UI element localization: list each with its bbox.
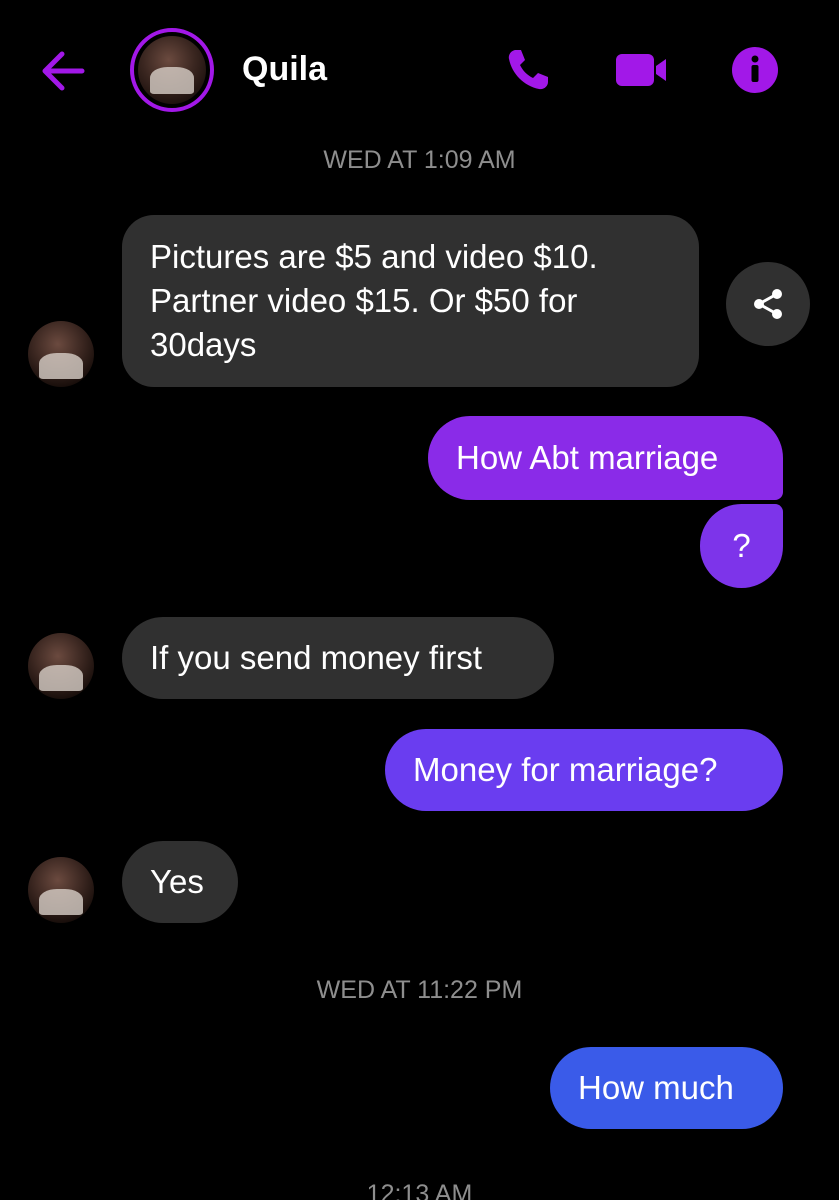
message-bubble-incoming[interactable]: Pictures are $5 and video $10. Partner v… (122, 215, 699, 387)
sender-avatar[interactable] (28, 321, 94, 387)
back-arrow-icon (42, 51, 85, 91)
voice-call-button[interactable] (502, 44, 558, 96)
timestamp: 12:13 AM (366, 1180, 473, 1200)
chat-screen: Quila WED AT 1:09 AM Pictures are $5 and… (0, 0, 839, 1200)
video-call-button[interactable] (612, 44, 668, 96)
contact-name[interactable]: Quila (242, 50, 327, 89)
info-icon (732, 47, 778, 93)
message-bubble-incoming[interactable]: Yes (122, 841, 238, 923)
sender-avatar[interactable] (28, 857, 94, 923)
sender-avatar[interactable] (28, 633, 94, 699)
message-bubble-outgoing[interactable]: Money for marriage? (385, 729, 783, 811)
share-icon (754, 289, 782, 319)
timestamp: WED AT 11:22 PM (316, 976, 523, 1004)
info-button[interactable] (728, 44, 784, 96)
video-camera-icon (616, 54, 666, 86)
phone-icon (508, 50, 548, 90)
message-bubble-outgoing[interactable]: How much (550, 1047, 783, 1129)
timestamp: WED AT 1:09 AM (323, 146, 516, 174)
avatar-photo (138, 36, 206, 104)
back-button[interactable] (36, 46, 92, 96)
message-bubble-outgoing[interactable]: ? (700, 504, 783, 588)
share-button[interactable] (726, 262, 810, 346)
contact-avatar[interactable] (130, 28, 214, 112)
message-bubble-outgoing[interactable]: How Abt marriage (428, 416, 783, 500)
message-bubble-incoming[interactable]: If you send money first (122, 617, 554, 699)
